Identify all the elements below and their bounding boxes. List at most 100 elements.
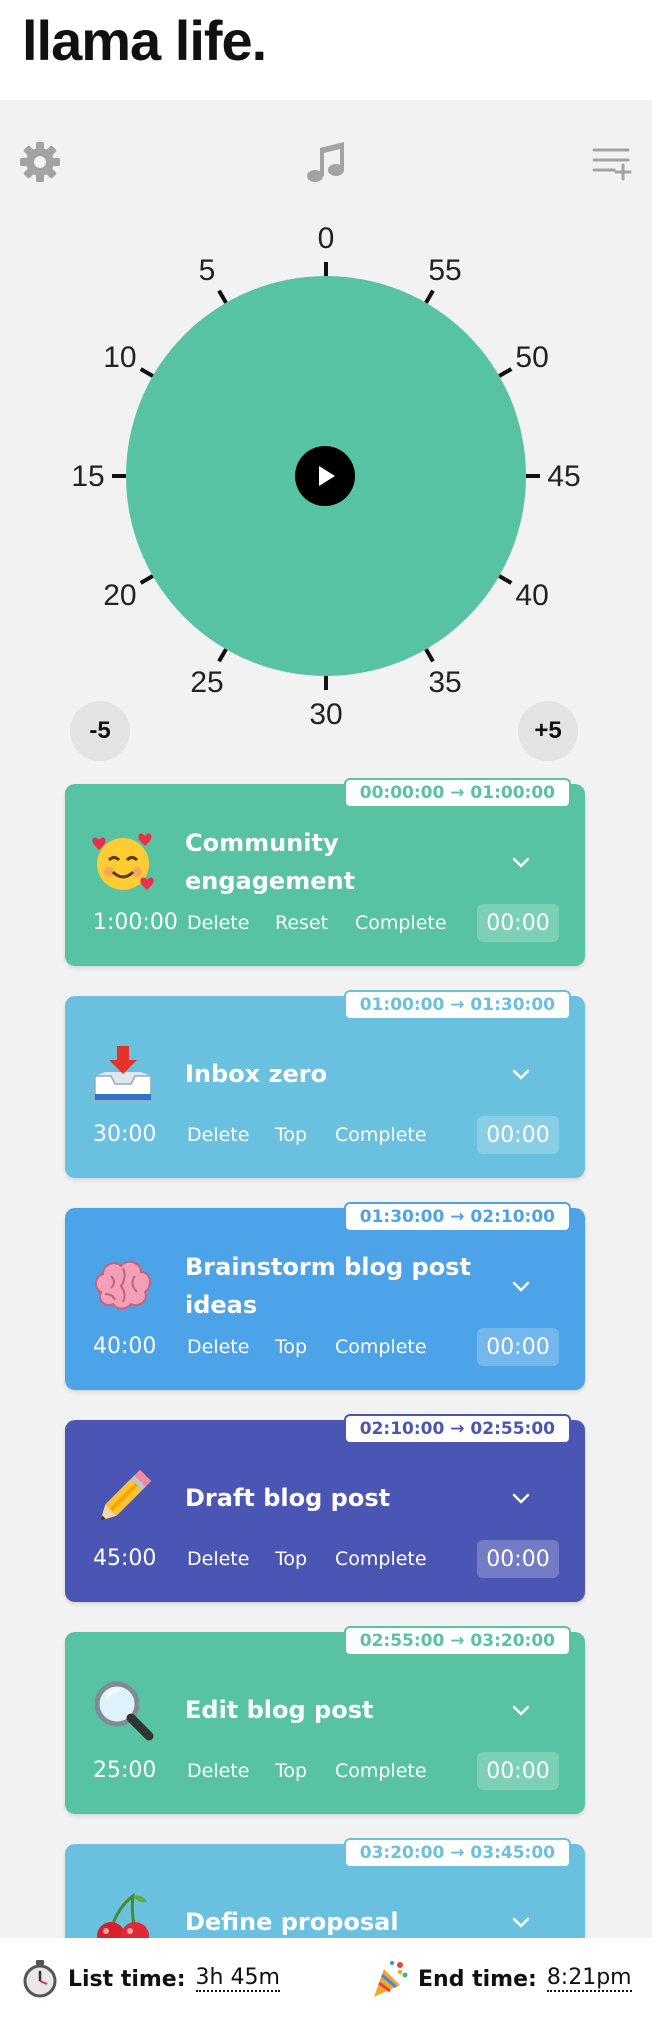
task-action-delete-button[interactable]: Delete bbox=[187, 1336, 249, 1358]
footer-bar: List time: 3h 45m End time: 8:21pm bbox=[0, 1938, 652, 2020]
task-card[interactable]: 02:55:00 → 03:20:00 Edit blog post 25:00 De… bbox=[65, 1626, 585, 1814]
task-title-text: Edit blog post bbox=[185, 1696, 374, 1724]
task-end-time: 02:10:00 bbox=[470, 1207, 555, 1227]
task-time-range: 01:00:00 → 01:30:00 bbox=[343, 990, 571, 1020]
task-timer[interactable]: 00:00 bbox=[477, 1540, 559, 1578]
task-end-time: 01:00:00 bbox=[470, 783, 555, 803]
dial-number: 15 bbox=[71, 460, 104, 493]
end-time: End time: 8:21pm bbox=[370, 1938, 632, 2020]
dial-number: 0 bbox=[318, 222, 335, 255]
task-duration[interactable]: 30:00 bbox=[93, 1122, 156, 1147]
task-action-top-button[interactable]: Top bbox=[275, 1336, 307, 1358]
task-duration[interactable]: 1:00:00 bbox=[93, 910, 178, 935]
task-action-complete-button[interactable]: Complete bbox=[335, 1336, 427, 1358]
dial-number: 35 bbox=[428, 666, 461, 699]
dial-number: 50 bbox=[515, 341, 548, 374]
task-start-time: 02:55:00 bbox=[359, 1631, 445, 1651]
task-duration[interactable]: 25:00 bbox=[93, 1758, 156, 1783]
task-title[interactable]: Community engagement bbox=[185, 820, 485, 904]
task-title-text: Inbox zero bbox=[185, 1060, 328, 1088]
minus-five-button[interactable]: -5 bbox=[70, 701, 130, 761]
task-title[interactable]: Inbox zero bbox=[185, 1032, 485, 1116]
chevron-down-icon[interactable] bbox=[509, 1910, 533, 1934]
dial-tick bbox=[424, 648, 435, 663]
arrow-right-icon: → bbox=[444, 1631, 471, 1651]
list-time-value[interactable]: 3h 45m bbox=[195, 1966, 280, 1992]
task-action-top-button[interactable]: Top bbox=[275, 1124, 307, 1146]
task-card[interactable]: 01:30:00 → 02:10:00 Brainstorm blog post … bbox=[65, 1202, 585, 1390]
dial-tick bbox=[498, 574, 513, 585]
list-time: List time: 3h 45m bbox=[22, 1938, 280, 2020]
task-timer[interactable]: 00:00 bbox=[477, 1752, 559, 1790]
task-start-time: 02:10:00 bbox=[359, 1419, 445, 1439]
dial-tick bbox=[424, 289, 435, 304]
end-time-value[interactable]: 8:21pm bbox=[546, 1966, 632, 1992]
dial-number: 30 bbox=[309, 698, 342, 731]
task-timer[interactable]: 00:00 bbox=[477, 1328, 559, 1366]
dial-number: 20 bbox=[103, 579, 136, 612]
task-title-text: Define proposal bbox=[185, 1908, 399, 1936]
task-action-delete-button[interactable]: Delete bbox=[187, 1760, 249, 1782]
task-action-complete-button[interactable]: Complete bbox=[335, 1124, 427, 1146]
task-title[interactable]: Edit blog post bbox=[185, 1668, 485, 1752]
task-end-time: 03:45:00 bbox=[470, 1843, 555, 1863]
plus-five-button[interactable]: +5 bbox=[518, 701, 578, 761]
dial-tick bbox=[139, 367, 154, 378]
task-action-reset-button[interactable]: Reset bbox=[275, 912, 328, 934]
dial-number: 10 bbox=[103, 341, 136, 374]
chevron-down-icon[interactable] bbox=[509, 1062, 533, 1086]
task-action-delete-button[interactable]: Delete bbox=[187, 1548, 249, 1570]
task-timer[interactable]: 00:00 bbox=[477, 1116, 559, 1154]
task-time-range: 02:10:00 → 02:55:00 bbox=[343, 1414, 571, 1444]
task-duration[interactable]: 40:00 bbox=[93, 1334, 156, 1359]
task-card[interactable]: 00:00:00 → 01:00:00 Community engagement 1… bbox=[65, 778, 585, 966]
task-action-complete-button[interactable]: Complete bbox=[335, 1760, 427, 1782]
task-action-delete-button[interactable]: Delete bbox=[187, 912, 249, 934]
task-end-time: 01:30:00 bbox=[470, 995, 555, 1015]
task-card[interactable]: 02:10:00 → 02:55:00 Draft blog post 45:00 D… bbox=[65, 1414, 585, 1602]
dial-number: 5 bbox=[199, 254, 216, 287]
task-action-top-button[interactable]: Top bbox=[275, 1760, 307, 1782]
task-start-time: 00:00:00 bbox=[359, 783, 445, 803]
dial-number: 25 bbox=[190, 666, 223, 699]
chevron-down-icon[interactable] bbox=[509, 1274, 533, 1298]
end-time-label: End time: bbox=[418, 1966, 537, 1992]
magnifying-glass-icon bbox=[91, 1678, 155, 1742]
task-start-time: 01:30:00 bbox=[359, 1207, 445, 1227]
task-duration[interactable]: 45:00 bbox=[93, 1546, 156, 1571]
task-title-text: Draft blog post bbox=[185, 1484, 391, 1512]
task-card[interactable]: 01:00:00 → 01:30:00 Inbox zero 30:00 Delete… bbox=[65, 990, 585, 1178]
task-action-complete-button[interactable]: Complete bbox=[355, 912, 447, 934]
pencil-icon bbox=[91, 1466, 155, 1530]
task-title[interactable]: Draft blog post bbox=[185, 1456, 485, 1540]
task-action-top-button[interactable]: Top bbox=[275, 1548, 307, 1570]
task-start-time: 03:20:00 bbox=[359, 1843, 445, 1863]
arrow-right-icon: → bbox=[444, 1419, 471, 1439]
dial-number: 55 bbox=[428, 254, 461, 287]
chevron-down-icon[interactable] bbox=[509, 1698, 533, 1722]
music-note-icon[interactable] bbox=[302, 138, 350, 186]
arrow-right-icon: → bbox=[444, 1843, 471, 1863]
task-time-range: 01:30:00 → 02:10:00 bbox=[343, 1202, 571, 1232]
task-action-delete-button[interactable]: Delete bbox=[187, 1124, 249, 1146]
task-time-range: 02:55:00 → 03:20:00 bbox=[343, 1626, 571, 1656]
task-timer[interactable]: 00:00 bbox=[477, 904, 559, 942]
chevron-down-icon[interactable] bbox=[509, 1486, 533, 1510]
task-time-range: 03:20:00 → 03:45:00 bbox=[343, 1838, 571, 1868]
play-button[interactable] bbox=[295, 446, 355, 506]
app-logo: llama life. bbox=[22, 9, 267, 72]
task-end-time: 03:20:00 bbox=[470, 1631, 555, 1651]
chevron-down-icon[interactable] bbox=[509, 850, 533, 874]
dial-tick bbox=[498, 367, 513, 378]
add-list-icon[interactable] bbox=[588, 138, 636, 186]
task-end-time: 02:55:00 bbox=[470, 1419, 555, 1439]
task-title[interactable]: Brainstorm blog post ideas bbox=[185, 1244, 485, 1328]
gear-icon[interactable] bbox=[16, 138, 64, 186]
smiling-face-with-hearts-icon bbox=[91, 830, 155, 894]
dial-number: 45 bbox=[547, 460, 580, 493]
task-time-range: 00:00:00 → 01:00:00 bbox=[343, 778, 571, 808]
dial-tick bbox=[217, 289, 228, 304]
task-start-time: 01:00:00 bbox=[359, 995, 445, 1015]
task-action-complete-button[interactable]: Complete bbox=[335, 1548, 427, 1570]
dial-tick bbox=[139, 574, 154, 585]
